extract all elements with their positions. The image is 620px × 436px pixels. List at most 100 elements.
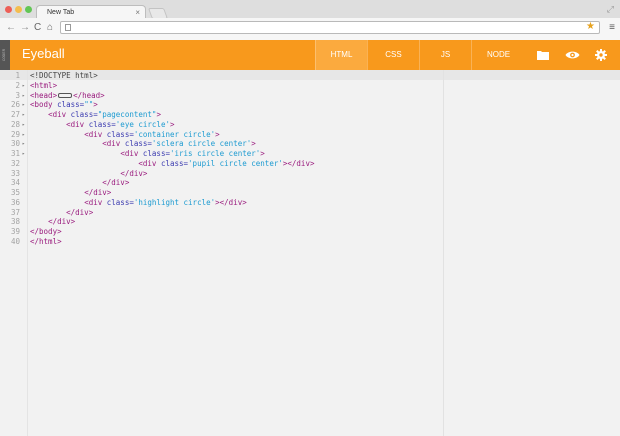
fold-toggle-icon[interactable]: ▸ xyxy=(22,139,25,149)
code-line[interactable]: 38 </div> xyxy=(0,217,620,227)
close-window-button[interactable] xyxy=(5,6,12,13)
line-number: 38 xyxy=(10,217,20,227)
code-line[interactable]: 40 </html> xyxy=(0,237,620,247)
tab-close-icon[interactable]: × xyxy=(135,8,140,17)
bookmark-star-icon[interactable]: ★ xyxy=(586,21,595,32)
code-text: <head> </head> xyxy=(30,91,105,101)
code-token: </div> xyxy=(120,168,148,178)
window-controls xyxy=(5,6,32,13)
code-line[interactable]: 31 ▸ <div class='iris circle center'> xyxy=(0,149,620,159)
fold-toggle-icon[interactable]: ▸ xyxy=(22,110,25,120)
fold-toggle-icon[interactable]: ▸ xyxy=(22,100,25,110)
line-number: 31 xyxy=(10,149,20,158)
code-token: ></div> xyxy=(215,197,247,207)
code-line[interactable]: 30 ▸ <div class='sclera circle center'> xyxy=(0,139,620,149)
line-number: 33 xyxy=(10,168,20,178)
address-bar[interactable]: ★ xyxy=(60,21,600,34)
fold-toggle-icon[interactable]: ▸ xyxy=(22,120,25,130)
code-text: <div class='eye circle'> xyxy=(30,119,175,130)
code-line[interactable]: 26 ▸ <body class=""> xyxy=(0,100,620,110)
code-token: > xyxy=(260,149,265,158)
code-line[interactable]: 37 </div> xyxy=(0,208,620,218)
code-token: <!DOCTYPE html> xyxy=(30,71,98,80)
browser-tab[interactable]: New Tab × xyxy=(36,5,146,18)
preview-button[interactable] xyxy=(557,40,587,70)
app-header: CODER Eyeball HTML CSS JS NODE xyxy=(0,40,620,74)
folded-code-marker[interactable] xyxy=(58,93,73,98)
code-token: > xyxy=(93,100,98,110)
code-line[interactable]: 35 </div> xyxy=(0,188,620,198)
code-line[interactable]: 29 ▸ <div class='container circle'> xyxy=(0,130,620,140)
code-token: </div> xyxy=(66,207,94,217)
code-line[interactable]: 28 ▸ <div class='eye circle'> xyxy=(0,120,620,130)
code-token: 'highlight circle' xyxy=(133,197,216,207)
home-icon[interactable]: ⌂ xyxy=(47,22,53,34)
code-editor[interactable]: 1 <!DOCTYPE html> 2 ▸ <html> 3 ▸ <head> </head> 2… xyxy=(0,70,620,436)
code-text: <div class='pupil circle center'></div> xyxy=(30,159,314,169)
code-token: </div> xyxy=(48,217,76,227)
fold-toggle-icon[interactable]: ▸ xyxy=(22,81,25,91)
fold-toggle-icon[interactable]: ▸ xyxy=(22,91,25,101)
browser-menu-icon[interactable]: ≡ xyxy=(609,22,615,33)
code-line[interactable]: 32 <div class='pupil circle center'></di… xyxy=(0,159,620,169)
code-text: <div class='highlight circle'></div> xyxy=(30,198,247,208)
code-line[interactable]: 1 <!DOCTYPE html> xyxy=(0,71,620,81)
fold-toggle-icon[interactable]: ▸ xyxy=(22,130,25,140)
code-token: </body> xyxy=(30,227,62,236)
code-text: </body> xyxy=(30,227,62,237)
code-line[interactable]: 3 ▸ <head> </head> xyxy=(0,91,620,101)
code-line[interactable]: 39 </body> xyxy=(0,227,620,237)
code-text: <div class="pagecontent"> xyxy=(30,110,161,120)
code-token: > xyxy=(169,119,175,129)
minimize-window-button[interactable] xyxy=(15,6,22,13)
tab-js[interactable]: JS xyxy=(419,40,471,70)
code-line[interactable]: 2 ▸ <html> xyxy=(0,81,620,91)
tab-css[interactable]: CSS xyxy=(367,40,419,70)
code-token: class= xyxy=(160,158,189,168)
fullscreen-icon[interactable]: ⤢ xyxy=(607,4,614,15)
code-token: <div xyxy=(48,110,71,119)
browser-tab-title: New Tab xyxy=(47,9,75,16)
tab-node[interactable]: NODE xyxy=(471,40,525,70)
code-token: <div xyxy=(138,158,161,168)
tab-html[interactable]: HTML xyxy=(315,40,367,70)
code-line[interactable]: 27 ▸ <div class="pagecontent"> xyxy=(0,110,620,120)
reload-icon[interactable]: C xyxy=(34,22,41,34)
code-token: 'sclera circle center' xyxy=(151,139,252,149)
coder-sidebar-label[interactable]: CODER xyxy=(0,40,10,70)
code-text: </div> xyxy=(30,178,129,188)
line-number: 39 xyxy=(10,227,20,236)
code-text: <!DOCTYPE html> xyxy=(30,71,98,81)
code-text: <html> xyxy=(30,81,57,91)
code-token: </div> xyxy=(84,188,112,197)
code-line[interactable]: 36 <div class='highlight circle'></div> xyxy=(0,198,620,208)
code-token: > xyxy=(215,129,220,139)
back-icon[interactable]: ← xyxy=(6,22,16,34)
forward-icon[interactable]: → xyxy=(20,22,30,34)
settings-button[interactable] xyxy=(586,40,616,70)
line-number: 37 xyxy=(10,207,20,217)
open-folder-button[interactable] xyxy=(528,40,558,70)
code-token: </div> xyxy=(102,178,130,188)
code-line[interactable]: 34 </div> xyxy=(0,178,620,188)
fold-toggle-icon[interactable]: ▸ xyxy=(22,149,25,159)
code-token: <div xyxy=(120,149,143,158)
code-token: class= xyxy=(70,110,98,119)
code-token: <div xyxy=(66,119,89,129)
line-number: 32 xyxy=(10,158,20,168)
zoom-window-button[interactable] xyxy=(25,6,32,13)
browser-toolbar: ← → C ⌂ ★ ≡ xyxy=(0,18,620,40)
line-number: 34 xyxy=(10,178,20,188)
code-line[interactable]: 33 </div> xyxy=(0,169,620,179)
browser-titlebar: New Tab × ⤢ ← → C ⌂ ★ ≡ xyxy=(0,0,620,40)
code-token: 'eye circle' xyxy=(115,119,170,129)
code-text: </div> xyxy=(30,217,75,227)
page-icon xyxy=(65,24,71,31)
